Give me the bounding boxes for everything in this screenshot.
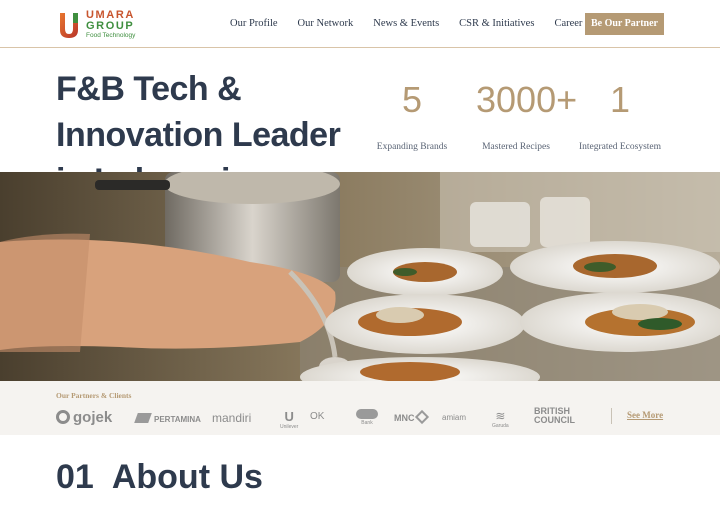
stat-value: 3000+ [476, 79, 578, 120]
logo-tagline: Food Technology [86, 32, 136, 39]
stat-value: 1 [609, 79, 631, 120]
stat-label: Mastered Recipes [482, 142, 550, 152]
partners-strip: Our Partners & Clients gojek PERTAMINA m… [0, 381, 720, 435]
partner-logo-ok: OK [310, 411, 325, 422]
partner-logo-british-council: BRITISH COUNCIL [534, 406, 575, 425]
stat-expanding-brands: 5 Expanding Brands [376, 79, 448, 153]
partner-logos: gojek PERTAMINA mandiri U Unilever OK Ban… [56, 406, 596, 430]
nav-career[interactable]: Career [554, 18, 582, 29]
about-title: About Us [111, 458, 263, 496]
main-nav: Our Profile Our Network News & Events CS… [230, 18, 582, 29]
unilever-icon: U [284, 409, 294, 424]
partner-logo-mnc: MNC [394, 409, 429, 425]
bank-icon [356, 409, 378, 419]
stat-integrated-ecosystem: 1 Integrated Ecosystem [576, 79, 664, 153]
umara-logo[interactable]: UMARA GROUP Food Technology [58, 8, 148, 42]
kitchen-hero-image [0, 172, 720, 381]
logo-word-group: GROUP [86, 20, 135, 32]
kitchen-scene-illustration [0, 172, 720, 381]
partners-title: Our Partners & Clients [56, 391, 132, 400]
nav-our-profile[interactable]: Our Profile [230, 18, 278, 29]
stat-label: Expanding Brands [376, 142, 448, 152]
partners-divider [611, 408, 612, 424]
stat-label: Integrated Ecosystem [578, 142, 662, 152]
partner-logo-mandiri: mandiri [212, 411, 252, 425]
stat-value: 5 [401, 79, 423, 120]
nav-news-events[interactable]: News & Events [373, 18, 439, 29]
nav-csr-initiatives[interactable]: CSR & Initiatives [459, 18, 534, 29]
mnc-icon [414, 409, 429, 425]
stat-mastered-recipes: 3000+ Mastered Recipes [476, 79, 578, 153]
gojek-icon [56, 410, 70, 424]
partner-logo-bank: Bank [356, 409, 378, 426]
partner-logo-amiam: amiam [442, 413, 467, 422]
site-header: UMARA GROUP Food Technology Our Profile … [0, 0, 720, 48]
umara-logo-mark-icon [60, 13, 78, 38]
partner-logo-pertamina: PERTAMINA [134, 413, 201, 424]
nav-our-network[interactable]: Our Network [298, 18, 354, 29]
partner-logo-garuda: ≋ Garuda [492, 409, 509, 429]
be-our-partner-button[interactable]: Be Our Partner [584, 13, 664, 35]
about-heading: 01 About Us [56, 458, 263, 497]
about-section-number: 01 [56, 458, 94, 496]
garuda-icon: ≋ [495, 409, 506, 423]
pertamina-icon [134, 413, 152, 423]
partner-logo-gojek: gojek [56, 409, 112, 426]
partner-logo-unilever: U Unilever [280, 409, 299, 430]
see-more-link[interactable]: See More [627, 410, 663, 420]
